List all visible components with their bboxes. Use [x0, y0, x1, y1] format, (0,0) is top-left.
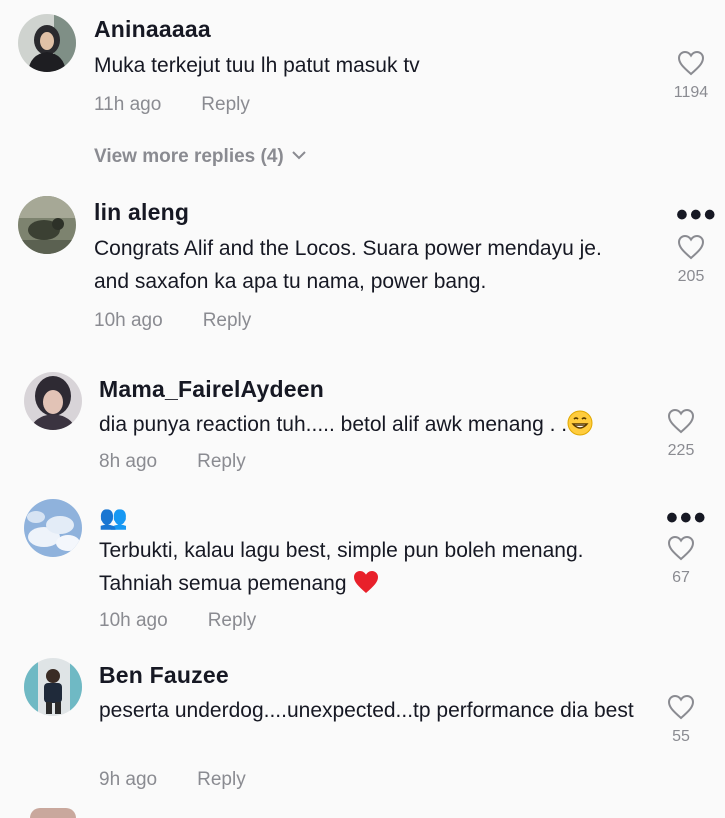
like-count: 205 — [677, 268, 705, 285]
timestamp: 10h ago — [99, 610, 168, 631]
username[interactable]: lin aleng — [94, 199, 189, 226]
comment-text: Muka terkejut tuu lh patut masuk tv — [94, 54, 420, 77]
avatar[interactable] — [24, 658, 82, 716]
more-options-icon[interactable]: ••• — [676, 198, 718, 232]
profile-photo-woman-icon — [24, 372, 82, 430]
heart-icon — [677, 50, 705, 76]
avatar[interactable] — [24, 499, 82, 557]
like-button[interactable]: 55 — [651, 694, 711, 746]
red-heart-emoji-icon — [352, 569, 380, 605]
timestamp: 11h ago — [94, 94, 162, 115]
timestamp: 10h ago — [94, 310, 163, 331]
reply-button[interactable]: Reply — [203, 310, 252, 331]
profile-photo-clouds-icon — [24, 499, 82, 557]
reply-button[interactable]: Reply — [208, 610, 257, 631]
username[interactable]: Ben Fauzee — [99, 662, 229, 689]
heart-icon — [667, 408, 695, 434]
timestamp: 9h ago — [99, 769, 158, 790]
avatar[interactable] — [18, 14, 76, 72]
comment-meta: 11h ago Reply — [94, 94, 250, 116]
comment-text: Terbukti, kalau lagu best, simple pun bo… — [99, 534, 639, 605]
profile-photo-bird-icon — [18, 196, 76, 254]
username[interactable]: Aninaaaaa — [94, 16, 211, 43]
profile-photo-hijab-icon — [18, 14, 76, 72]
like-button[interactable]: 1194 — [661, 50, 721, 102]
like-button[interactable]: 205 — [661, 234, 721, 286]
comment-meta: 9h ago Reply — [99, 769, 246, 791]
comment-text: peserta underdog....unexpected...tp perf… — [99, 699, 634, 722]
heart-icon — [667, 694, 695, 720]
chevron-down-icon — [292, 144, 306, 166]
like-count: 67 — [672, 569, 690, 586]
comment-text-body: Terbukti, kalau lagu best, simple pun bo… — [99, 539, 584, 595]
reply-button[interactable]: Reply — [197, 769, 246, 790]
comment-text: Congrats Alif and the Locos. Suara power… — [94, 237, 602, 293]
more-options-icon[interactable]: ••• — [666, 501, 708, 535]
comment-text-body: dia punya reaction tuh..... betol alif a… — [99, 413, 568, 436]
timestamp: 8h ago — [99, 451, 158, 472]
avatar[interactable] — [30, 808, 76, 818]
username[interactable]: Mama_FairelAydeen — [99, 376, 324, 403]
comment-meta: 8h ago Reply — [99, 451, 246, 473]
like-count: 225 — [667, 442, 695, 459]
like-button[interactable]: 67 — [651, 535, 711, 587]
avatar[interactable] — [24, 372, 82, 430]
comment-text: dia punya reaction tuh..... betol alif a… — [99, 408, 639, 446]
reply-button[interactable]: Reply — [201, 94, 250, 115]
avatar[interactable] — [18, 196, 76, 254]
like-count: 1194 — [673, 84, 709, 101]
like-count: 55 — [672, 728, 690, 745]
profile-photo-man-icon — [24, 658, 82, 716]
username[interactable]: 👥 — [99, 504, 128, 531]
comment-meta: 10h ago Reply — [99, 610, 256, 632]
grin-emoji-icon — [567, 410, 593, 446]
comment-meta: 10h ago Reply — [94, 310, 251, 332]
view-more-replies-button[interactable]: View more replies (4) — [94, 146, 306, 168]
heart-icon — [667, 535, 695, 561]
reply-button[interactable]: Reply — [197, 451, 246, 472]
like-button[interactable]: 225 — [651, 408, 711, 460]
heart-icon — [677, 234, 705, 260]
view-more-replies-label: View more replies (4) — [94, 146, 284, 167]
